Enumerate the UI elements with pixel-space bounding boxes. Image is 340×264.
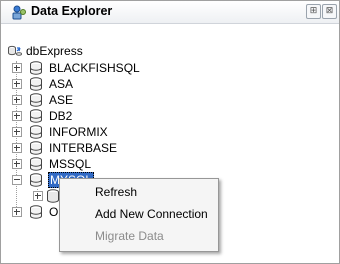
expand-toggle[interactable] bbox=[12, 95, 22, 105]
tree-item-label: BLACKFISHSQL bbox=[49, 61, 140, 75]
database-icon bbox=[30, 157, 42, 171]
expand-toggle[interactable] bbox=[33, 191, 43, 201]
expand-toggle[interactable] bbox=[12, 63, 22, 73]
tree-item-label: MSSQL bbox=[49, 157, 92, 171]
database-icon bbox=[30, 109, 42, 123]
database-icon bbox=[30, 173, 42, 187]
menu-item-add-new-connection[interactable]: Add New Connection bbox=[61, 203, 217, 225]
expand-toggle[interactable] bbox=[12, 111, 22, 121]
tree-item-label: INTERBASE bbox=[49, 141, 118, 155]
close-button[interactable]: ⊠ bbox=[322, 4, 337, 19]
tree-item-db2[interactable]: DB2 bbox=[1, 108, 201, 124]
database-icon bbox=[30, 141, 42, 155]
expand-toggle[interactable] bbox=[12, 159, 22, 169]
expand-toggle[interactable] bbox=[12, 207, 22, 217]
menu-item-migrate-data[interactable]: Migrate Data bbox=[61, 225, 217, 247]
tree-item-informix[interactable]: INFORMIX bbox=[1, 124, 201, 140]
tree-item-blackfishsql[interactable]: BLACKFISHSQL bbox=[1, 60, 201, 76]
database-icon bbox=[30, 77, 42, 91]
tree-item-asa[interactable]: ASA bbox=[1, 76, 201, 92]
tree-item-label: DB2 bbox=[49, 109, 73, 123]
menu-item-label: Refresh bbox=[95, 185, 138, 199]
tree-root-label: dbExpress bbox=[26, 44, 83, 58]
tree-item-label: ASA bbox=[49, 77, 74, 91]
tree-item-interbase[interactable]: INTERBASE bbox=[1, 140, 201, 156]
context-menu: Refresh Add New Connection Migrate Data bbox=[59, 178, 219, 252]
connections-icon bbox=[8, 45, 22, 56]
tree-item-ase[interactable]: ASE bbox=[1, 92, 201, 108]
tree-item-label: INFORMIX bbox=[49, 125, 108, 139]
expand-toggle[interactable] bbox=[12, 79, 22, 89]
title-bar: Data Explorer ⊞ ⊠ bbox=[1, 1, 339, 24]
database-icon bbox=[30, 125, 42, 139]
data-explorer-icon bbox=[12, 5, 26, 20]
tree-item-label: ASE bbox=[49, 93, 74, 107]
menu-item-refresh[interactable]: Refresh bbox=[61, 181, 217, 203]
tree-item-mysql-child[interactable] bbox=[1, 188, 61, 204]
menu-item-label: Add New Connection bbox=[95, 207, 208, 221]
expand-toggle[interactable] bbox=[12, 127, 22, 137]
tree-root[interactable]: dbExpress bbox=[1, 43, 121, 59]
pin-button[interactable]: ⊞ bbox=[306, 4, 321, 19]
database-icon bbox=[30, 205, 42, 219]
menu-item-label: Migrate Data bbox=[95, 229, 164, 243]
tree-item-mssql[interactable]: MSSQL bbox=[1, 156, 201, 172]
collapse-toggle[interactable] bbox=[12, 175, 22, 185]
database-icon bbox=[30, 93, 42, 107]
database-icon bbox=[30, 61, 42, 75]
expand-toggle[interactable] bbox=[12, 143, 22, 153]
panel-title: Data Explorer bbox=[31, 4, 113, 18]
